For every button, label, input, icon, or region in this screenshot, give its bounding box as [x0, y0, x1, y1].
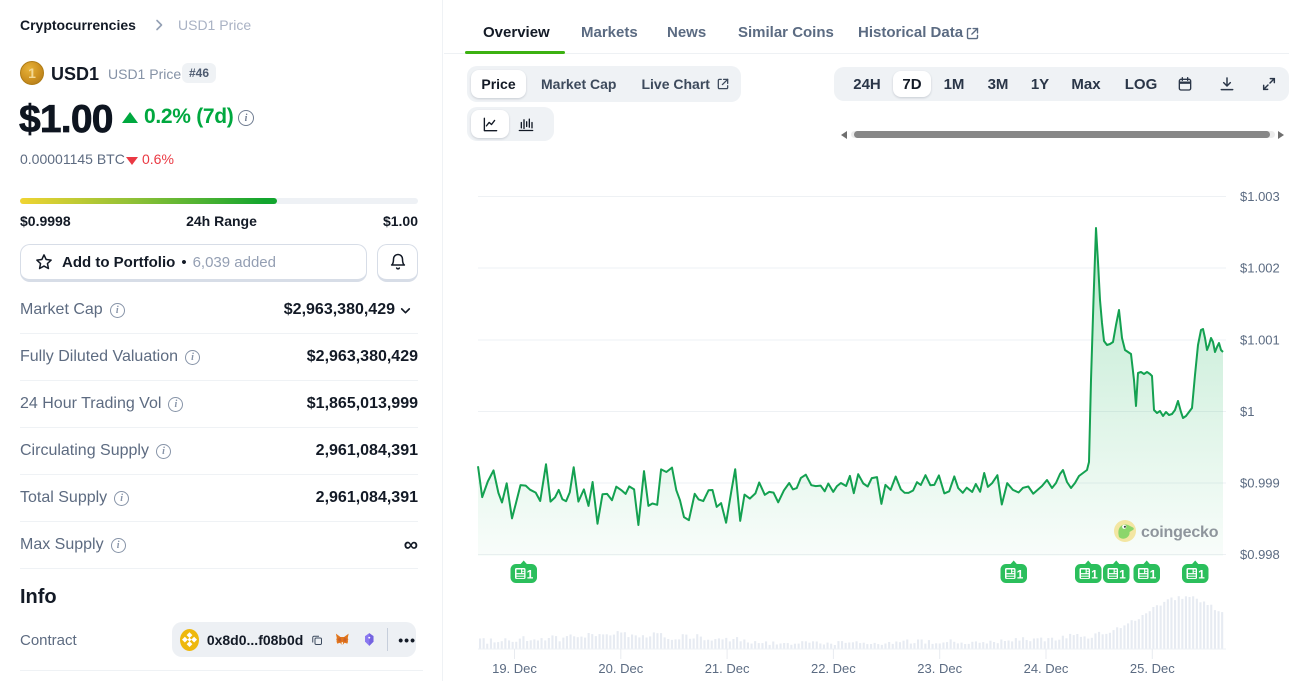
svg-text:23. Dec: 23. Dec	[917, 661, 962, 676]
svg-text:19. Dec: 19. Dec	[492, 661, 537, 676]
svg-text:24. Dec: 24. Dec	[1024, 661, 1069, 676]
svg-text:$1.002: $1.002	[1240, 261, 1280, 276]
svg-text:1: 1	[1150, 568, 1157, 582]
svg-text:1: 1	[1091, 568, 1098, 582]
svg-text:20. Dec: 20. Dec	[598, 661, 643, 676]
svg-text:1: 1	[1198, 568, 1205, 582]
svg-text:22. Dec: 22. Dec	[811, 661, 856, 676]
svg-text:$1.001: $1.001	[1240, 333, 1280, 348]
svg-text:coingecko: coingecko	[1141, 524, 1219, 541]
svg-text:$1.003: $1.003	[1240, 189, 1280, 204]
svg-text:$0.998: $0.998	[1240, 547, 1280, 562]
svg-text:1: 1	[527, 568, 534, 582]
svg-text:$1: $1	[1240, 404, 1254, 419]
svg-text:1: 1	[1017, 568, 1024, 582]
svg-text:1: 1	[1119, 568, 1126, 582]
svg-text:25. Dec: 25. Dec	[1130, 661, 1175, 676]
svg-text:21. Dec: 21. Dec	[705, 661, 750, 676]
svg-text:$0.999: $0.999	[1240, 476, 1280, 491]
